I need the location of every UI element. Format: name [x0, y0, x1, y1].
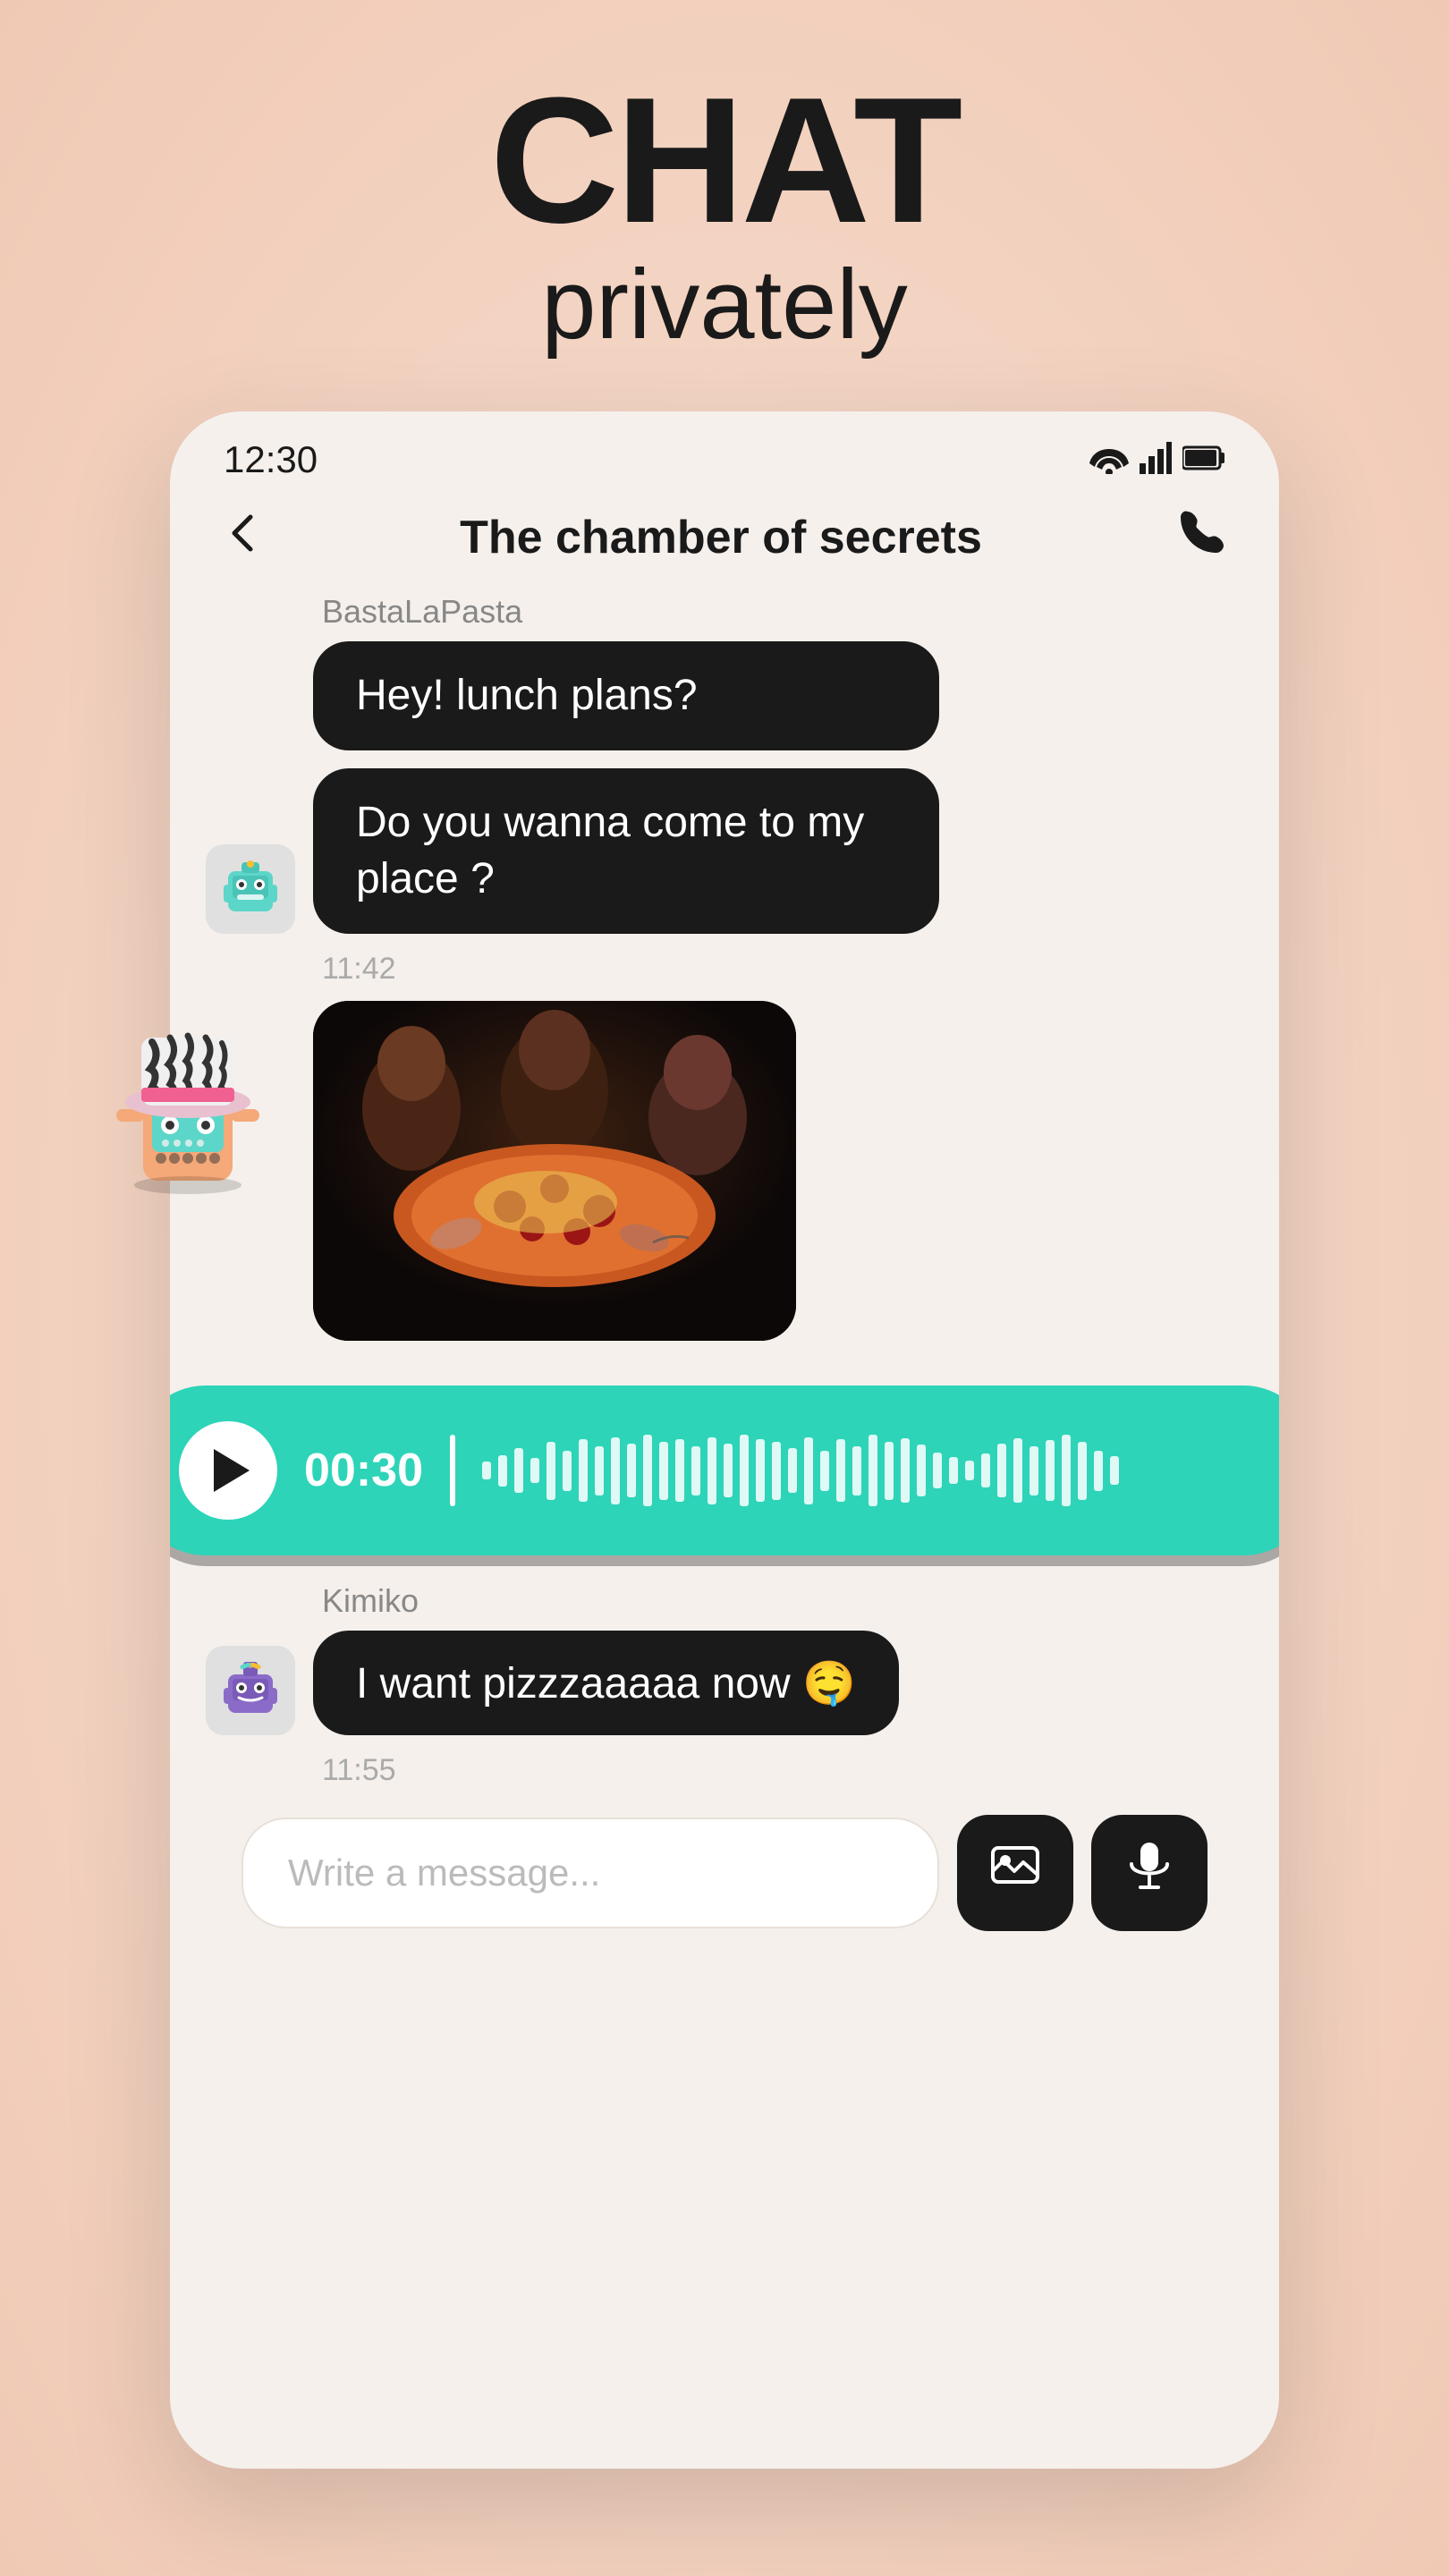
image-button[interactable]	[957, 1815, 1073, 1931]
wave-bar	[1046, 1440, 1055, 1501]
waveform	[482, 1435, 1270, 1506]
wave-bar	[595, 1446, 604, 1496]
mic-icon	[1126, 1841, 1173, 1905]
avatar-bastala	[206, 844, 295, 934]
wave-bar	[643, 1435, 652, 1506]
timestamp-1142: 11:42	[322, 952, 1243, 987]
wave-bar	[627, 1444, 636, 1497]
mic-button[interactable]	[1091, 1815, 1208, 1931]
wave-bar	[997, 1444, 1006, 1497]
kimiko-message-row: I want pizzzaaaaa now 🤤	[206, 1631, 1243, 1735]
top-nav: The chamber of secrets	[170, 490, 1279, 593]
play-icon	[214, 1449, 250, 1492]
wave-bar	[933, 1453, 942, 1488]
chat-title: The chamber of secrets	[460, 511, 982, 564]
phone-wrapper: 12:30 The chamber of secrets	[170, 411, 1279, 2576]
message-input[interactable]: Write a message...	[242, 1818, 939, 1928]
wave-bar	[563, 1451, 572, 1491]
wave-bar	[949, 1457, 958, 1484]
battery-icon	[1182, 445, 1225, 475]
wave-bar	[852, 1446, 861, 1496]
kimiko-sender-name: Kimiko	[322, 1582, 1243, 1620]
voice-time: 00:30	[304, 1444, 423, 1497]
bubble-text-1: Hey! lunch plans?	[313, 641, 939, 750]
header-title-privately: privately	[0, 250, 1449, 359]
wave-bar	[820, 1451, 829, 1491]
sender-name-bastala: BastaLaPasta	[322, 593, 1243, 631]
phone-call-icon[interactable]	[1179, 508, 1225, 566]
wave-bar	[772, 1442, 781, 1500]
image-icon	[989, 1841, 1041, 1905]
wave-bar	[514, 1448, 523, 1493]
back-button[interactable]	[224, 511, 263, 564]
wave-bar	[1078, 1442, 1087, 1500]
wave-bar	[965, 1461, 974, 1480]
voice-divider	[450, 1435, 455, 1506]
wave-bar	[1110, 1456, 1119, 1485]
signal-icon	[1140, 442, 1172, 479]
status-time: 12:30	[224, 438, 318, 481]
wave-bar	[547, 1442, 555, 1500]
wave-bar	[482, 1462, 491, 1479]
bottom-section: Kimiko	[170, 1582, 1279, 1931]
wave-bar	[981, 1453, 990, 1487]
voice-player[interactable]: 00:30	[170, 1385, 1279, 1555]
message-bubble-1: Hey! lunch plans?	[313, 641, 1243, 750]
chat-area: BastaLaPasta Hey! lunch plans?	[170, 593, 1279, 1359]
wave-bar	[836, 1439, 845, 1502]
status-bar: 12:30	[170, 411, 1279, 490]
wave-bar	[901, 1438, 910, 1503]
play-button[interactable]	[179, 1421, 277, 1520]
wave-bar	[498, 1455, 507, 1487]
wave-bar	[1062, 1435, 1071, 1506]
wave-bar	[804, 1437, 813, 1504]
wave-bar	[611, 1437, 620, 1504]
wave-bar	[691, 1446, 700, 1496]
wave-bar	[579, 1439, 588, 1502]
wave-bar	[675, 1439, 684, 1502]
wave-bar	[885, 1442, 894, 1500]
message-row-2: Do you wanna come to my place ?	[206, 768, 1243, 934]
pizza-placeholder	[313, 1001, 796, 1341]
wave-bar	[708, 1437, 716, 1504]
bubble-text-2: Do you wanna come to my place ?	[313, 768, 939, 934]
wave-bar	[869, 1435, 877, 1506]
wave-bar	[1030, 1446, 1038, 1496]
phone-mockup: 12:30 The chamber of secrets	[170, 411, 1279, 2469]
header-area: CHAT privately	[0, 0, 1449, 394]
wave-bar	[740, 1435, 749, 1506]
header-title-chat: CHAT	[0, 72, 1449, 250]
pizza-image	[313, 1001, 796, 1341]
kimiko-bubble-text: I want pizzzaaaaa now 🤤	[313, 1631, 899, 1735]
wave-bar	[659, 1442, 668, 1500]
avatar-kimiko	[206, 1646, 295, 1735]
wave-bar	[724, 1444, 733, 1497]
status-icons	[1089, 442, 1225, 479]
sticker-robot-zebra	[80, 1002, 295, 1216]
wave-bar	[1013, 1438, 1022, 1503]
wave-bar	[788, 1448, 797, 1493]
wave-bar	[1094, 1451, 1103, 1491]
input-area: Write a message...	[206, 1815, 1243, 1931]
kimiko-timestamp: 11:55	[322, 1753, 1243, 1788]
wifi-icon	[1089, 442, 1129, 479]
wave-bar	[756, 1439, 765, 1502]
wave-bar	[530, 1458, 539, 1483]
wave-bar	[917, 1445, 926, 1496]
